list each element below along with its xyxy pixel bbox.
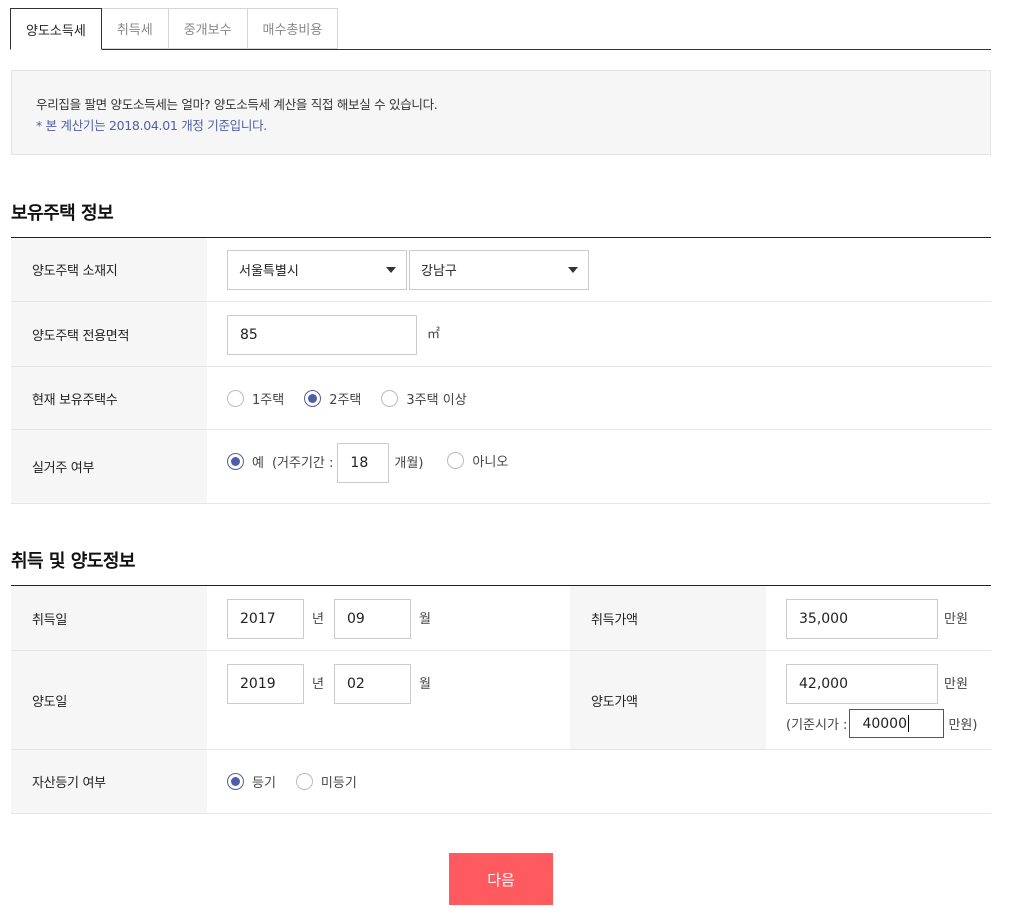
acquisition-price-value: 35,000 만원	[766, 586, 991, 650]
tab-brokerage-fee[interactable]: 중개보수	[168, 8, 248, 49]
district-select-value: 강남구	[421, 264, 457, 279]
residence-period-input[interactable]: 18	[337, 443, 390, 483]
area-input[interactable]: 85	[227, 315, 417, 355]
text-cursor	[907, 715, 909, 732]
transfer-year-input[interactable]: 2019	[227, 664, 304, 704]
transfer-date-value: 2019 년 02 월	[207, 651, 570, 749]
radio-1-house[interactable]: 1주택	[227, 389, 284, 408]
radio-circle	[381, 389, 399, 407]
transfer-price-value: 42,000 만원 (기준시가 : 40000 만원)	[766, 651, 991, 749]
row-transfer: 양도일 2019 년 02 월 양도가액 42,000 만원 (기준시가 : 4…	[11, 651, 991, 750]
transfer-price-input[interactable]: 42,000	[786, 664, 938, 704]
city-select-value: 서울특별시	[239, 264, 299, 279]
radio-label: 아니오	[472, 455, 509, 470]
radio-unregistered[interactable]: 미등기	[295, 772, 357, 791]
acquisition-date-value: 2017 년 09 월	[207, 586, 570, 650]
chevron-down-icon	[386, 266, 396, 273]
notice-revision-note: * 본 계산기는 2018.04.01 개정 기준입니다.	[36, 118, 267, 133]
standard-price-line: (기준시가 : 40000 만원)	[786, 709, 977, 738]
registration-label: 자산등기 여부	[11, 750, 207, 813]
row-area: 양도주택 전용면적 85 ㎡	[11, 302, 991, 367]
residence-period-suffix: 개월)	[394, 456, 424, 471]
residence-label: 실거주 여부	[11, 430, 207, 503]
acquisition-month-input[interactable]: 09	[333, 599, 411, 639]
radio-3-plus-houses[interactable]: 3주택 이상	[381, 389, 467, 408]
area-value: 85 ㎡	[207, 302, 991, 366]
acquisition-year-input[interactable]: 2017	[227, 599, 304, 639]
tab-acquisition-tax[interactable]: 취득세	[101, 8, 169, 49]
tab-total-purchase-cost[interactable]: 매수총비용	[247, 8, 339, 49]
house-count-options: 1주택 2주택 3주택 이상	[207, 367, 991, 429]
registration-options: 등기 미등기	[207, 750, 991, 813]
radio-registered[interactable]: 등기	[227, 772, 276, 791]
residence-period-prefix: (거주기간 :	[271, 456, 334, 471]
radio-label: 1주택	[252, 392, 285, 408]
notice-box: 우리집을 팔면 양도소득세는 얼마? 양도소득세 계산을 직접 해보실 수 있습…	[11, 70, 991, 155]
transfer-price-label: 양도가액	[570, 651, 766, 749]
chevron-down-icon	[568, 266, 578, 273]
row-residence: 실거주 여부 예 (거주기간 : 18 개월) 아니오	[11, 430, 991, 504]
notice-text: 우리집을 팔면 양도소득세는 얼마? 양도소득세 계산을 직접 해보실 수 있습…	[36, 97, 438, 112]
acquisition-price-label: 취득가액	[570, 586, 766, 650]
residence-options: 예 (거주기간 : 18 개월) 아니오	[207, 430, 991, 503]
transfer-month-input[interactable]: 02	[333, 664, 411, 704]
section-title-owned-house: 보유주택 정보	[11, 203, 114, 224]
district-select[interactable]: 강남구	[409, 249, 589, 290]
radio-circle-selected	[304, 389, 322, 407]
radio-label: 2주택	[329, 392, 362, 408]
transfer-date-label: 양도일	[11, 651, 207, 749]
radio-circle-selected	[227, 453, 244, 470]
tab-capital-gains-tax[interactable]: 양도소득세	[10, 8, 102, 50]
standard-price-input[interactable]: 40000	[849, 709, 945, 738]
radio-residence-yes[interactable]: 예	[227, 452, 264, 471]
house-count-label: 현재 보유주택수	[11, 367, 207, 429]
area-label: 양도주택 전용면적	[11, 302, 207, 366]
radio-circle-selected	[227, 773, 244, 790]
acquisition-date-label: 취득일	[11, 586, 207, 650]
standard-price-prefix: (기준시가 :	[786, 718, 848, 733]
transfer-price-line: 42,000 만원	[786, 664, 968, 704]
acquisition-transfer-form: 취득일 2017 년 09 월 취득가액 35,000 만원 양도일 2019 …	[11, 585, 991, 814]
radio-2-houses[interactable]: 2주택	[304, 389, 361, 408]
row-house-count: 현재 보유주택수 1주택 2주택 3주택 이상	[11, 367, 991, 430]
radio-circle	[447, 452, 465, 469]
radio-circle	[295, 773, 313, 790]
price-unit: 만원	[944, 677, 968, 692]
next-button[interactable]: 다음	[449, 853, 553, 905]
acquisition-price-input[interactable]: 35,000	[786, 599, 938, 639]
month-unit: 월	[418, 612, 431, 627]
year-unit: 년	[312, 677, 324, 692]
radio-label: 등기	[252, 776, 276, 791]
radio-circle	[227, 389, 244, 407]
radio-label: 미등기	[320, 776, 357, 791]
row-registration: 자산등기 여부 등기 미등기	[11, 750, 991, 814]
price-unit: 만원	[944, 612, 968, 627]
location-label: 양도주택 소재지	[11, 238, 207, 301]
standard-price-value: 40000	[862, 715, 907, 732]
area-unit: ㎡	[427, 327, 441, 342]
city-select[interactable]: 서울특별시	[227, 249, 407, 290]
location-value: 서울특별시 강남구	[207, 238, 991, 301]
radio-label: 3주택 이상	[406, 392, 467, 408]
row-location: 양도주택 소재지 서울특별시 강남구	[11, 238, 991, 302]
tab-bar: 양도소득세 취득세 중개보수 매수총비용	[10, 8, 991, 50]
standard-price-suffix: 만원)	[948, 718, 978, 733]
year-unit: 년	[312, 612, 324, 627]
owned-house-form: 양도주택 소재지 서울특별시 강남구 양도주택 전용면적 85 ㎡ 현재 보유주…	[11, 237, 991, 504]
radio-label: 예	[252, 456, 264, 471]
section-title-acquisition-transfer: 취득 및 양도정보	[11, 551, 135, 572]
row-acquisition: 취득일 2017 년 09 월 취득가액 35,000 만원	[11, 586, 991, 651]
radio-residence-no[interactable]: 아니오	[447, 451, 508, 470]
month-unit: 월	[418, 677, 431, 692]
